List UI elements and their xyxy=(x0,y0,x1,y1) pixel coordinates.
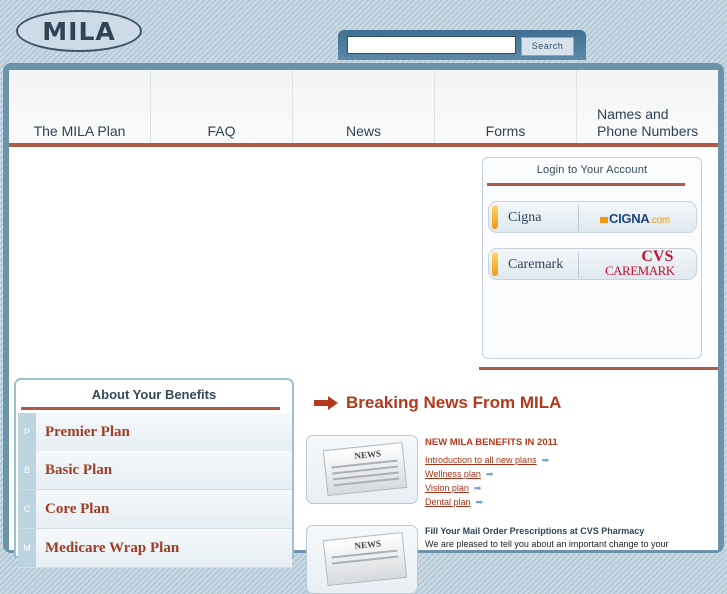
logo-text: MILA xyxy=(42,16,116,46)
arrow-icon: ➡ xyxy=(475,497,484,507)
search-input[interactable] xyxy=(347,36,516,54)
cigna-brand: CIGNA xyxy=(609,211,650,226)
header: MILA Search xyxy=(0,0,727,66)
tab-marker xyxy=(492,252,498,276)
arrow-icon: ➡ xyxy=(485,469,494,479)
news-thumbnail-2[interactable]: NEWS xyxy=(306,525,418,594)
nav-label: The MILA Plan xyxy=(33,123,126,139)
benefits-divider xyxy=(21,407,280,410)
search-bar: Search xyxy=(338,30,586,60)
tab-marker xyxy=(492,205,498,229)
cigna-mark-icon xyxy=(600,217,608,223)
login-bottom-divider xyxy=(479,367,718,370)
benefit-core-plan[interactable]: C Core Plan xyxy=(18,490,292,529)
nav-label: News xyxy=(345,123,381,139)
divider xyxy=(578,252,579,278)
benefits-title: About Your Benefits xyxy=(91,387,217,402)
nav-names-and-phone-numbers[interactable]: Names and Phone Numbers xyxy=(577,70,718,145)
caremark-login-button[interactable]: Caremark CVS CAREMARK xyxy=(488,248,697,280)
nav-the-mila-plan[interactable]: The MILA Plan xyxy=(9,70,151,145)
story-text: We are pleased to tell you about an impo… xyxy=(425,539,669,549)
nav-label: Forms xyxy=(485,123,526,139)
news-heading: Breaking News From MILA xyxy=(313,393,561,413)
cigna-login-button[interactable]: Cigna CIGNA.com xyxy=(488,201,697,233)
cigna-suffix: .com xyxy=(649,215,670,226)
nav-label: Names and Phone Numbers xyxy=(597,106,718,140)
benefit-letter: M xyxy=(18,529,36,567)
link-wellness-plan[interactable]: Wellness plan ➡ xyxy=(425,467,558,481)
provider-name: Cigna xyxy=(508,210,542,225)
benefit-letter: C xyxy=(18,490,36,528)
divider xyxy=(578,205,579,231)
provider-name: Caremark xyxy=(508,257,564,272)
benefit-label: Basic Plan xyxy=(45,462,113,478)
newspaper-icon: NEWS xyxy=(322,441,408,497)
benefit-basic-plan[interactable]: B Basic Plan xyxy=(18,451,292,490)
login-panel: Login to Your Account Cigna CIGNA.com Ca… xyxy=(482,157,702,359)
nav-label-line2: Phone Numbers xyxy=(597,123,699,139)
arrow-icon: ➡ xyxy=(473,483,482,493)
story-title: NEW MILA BENEFITS IN 2011 xyxy=(425,437,558,448)
benefit-label: Core Plan xyxy=(45,501,110,517)
search-button[interactable]: Search xyxy=(521,37,574,56)
newspaper-icon: NEWS xyxy=(322,531,408,587)
link-dental-plan[interactable]: Dental plan ➡ xyxy=(425,495,558,509)
benefit-premier-plan[interactable]: P Premier Plan xyxy=(18,413,292,452)
nav-forms[interactable]: Forms xyxy=(435,70,577,145)
news-heading-text: Breaking News From MILA xyxy=(346,393,562,412)
nav-label: FAQ xyxy=(207,123,236,139)
cvs-caremark-logo: CVS CAREMARK xyxy=(605,248,675,278)
mila-logo[interactable]: MILA xyxy=(16,10,142,52)
arrow-icon: ➡ xyxy=(541,455,550,465)
link-intro-new-plans[interactable]: Introduction to all new plans ➡ xyxy=(425,453,558,467)
news-story-1: NEW MILA BENEFITS IN 2011 Introduction t… xyxy=(425,437,558,509)
benefit-label: Premier Plan xyxy=(45,424,130,440)
benefit-label: Medicare Wrap Plan xyxy=(45,540,180,556)
link-vision-plan[interactable]: Vision plan ➡ xyxy=(425,481,558,495)
cvs-text: CVS xyxy=(641,248,674,265)
news-thumbnail[interactable]: NEWS xyxy=(306,435,418,504)
benefit-letter: B xyxy=(18,451,36,489)
news-story-2: Fill Your Mail Order Prescriptions at CV… xyxy=(425,526,669,549)
cigna-logo: CIGNA.com xyxy=(600,211,670,226)
benefit-medicare-wrap-plan[interactable]: M Medicare Wrap Plan xyxy=(18,529,292,568)
nav-faq[interactable]: FAQ xyxy=(151,70,293,145)
login-divider xyxy=(487,183,685,186)
arrow-right-icon xyxy=(314,396,338,410)
caremark-text: CAREMARK xyxy=(605,263,675,278)
login-title: Login to Your Account xyxy=(536,164,648,176)
story-title: Fill Your Mail Order Prescriptions at CV… xyxy=(425,526,645,536)
main-nav: The MILA Plan FAQ News Forms Names and Ph… xyxy=(9,70,718,145)
nav-divider xyxy=(9,143,718,147)
newspaper-label: NEWS xyxy=(354,448,382,461)
nav-label-line1: Names and xyxy=(597,106,669,122)
nav-news[interactable]: News xyxy=(293,70,435,145)
benefit-letter: P xyxy=(18,413,36,451)
benefits-panel: About Your Benefits P Premier Plan B Bas… xyxy=(14,378,294,568)
